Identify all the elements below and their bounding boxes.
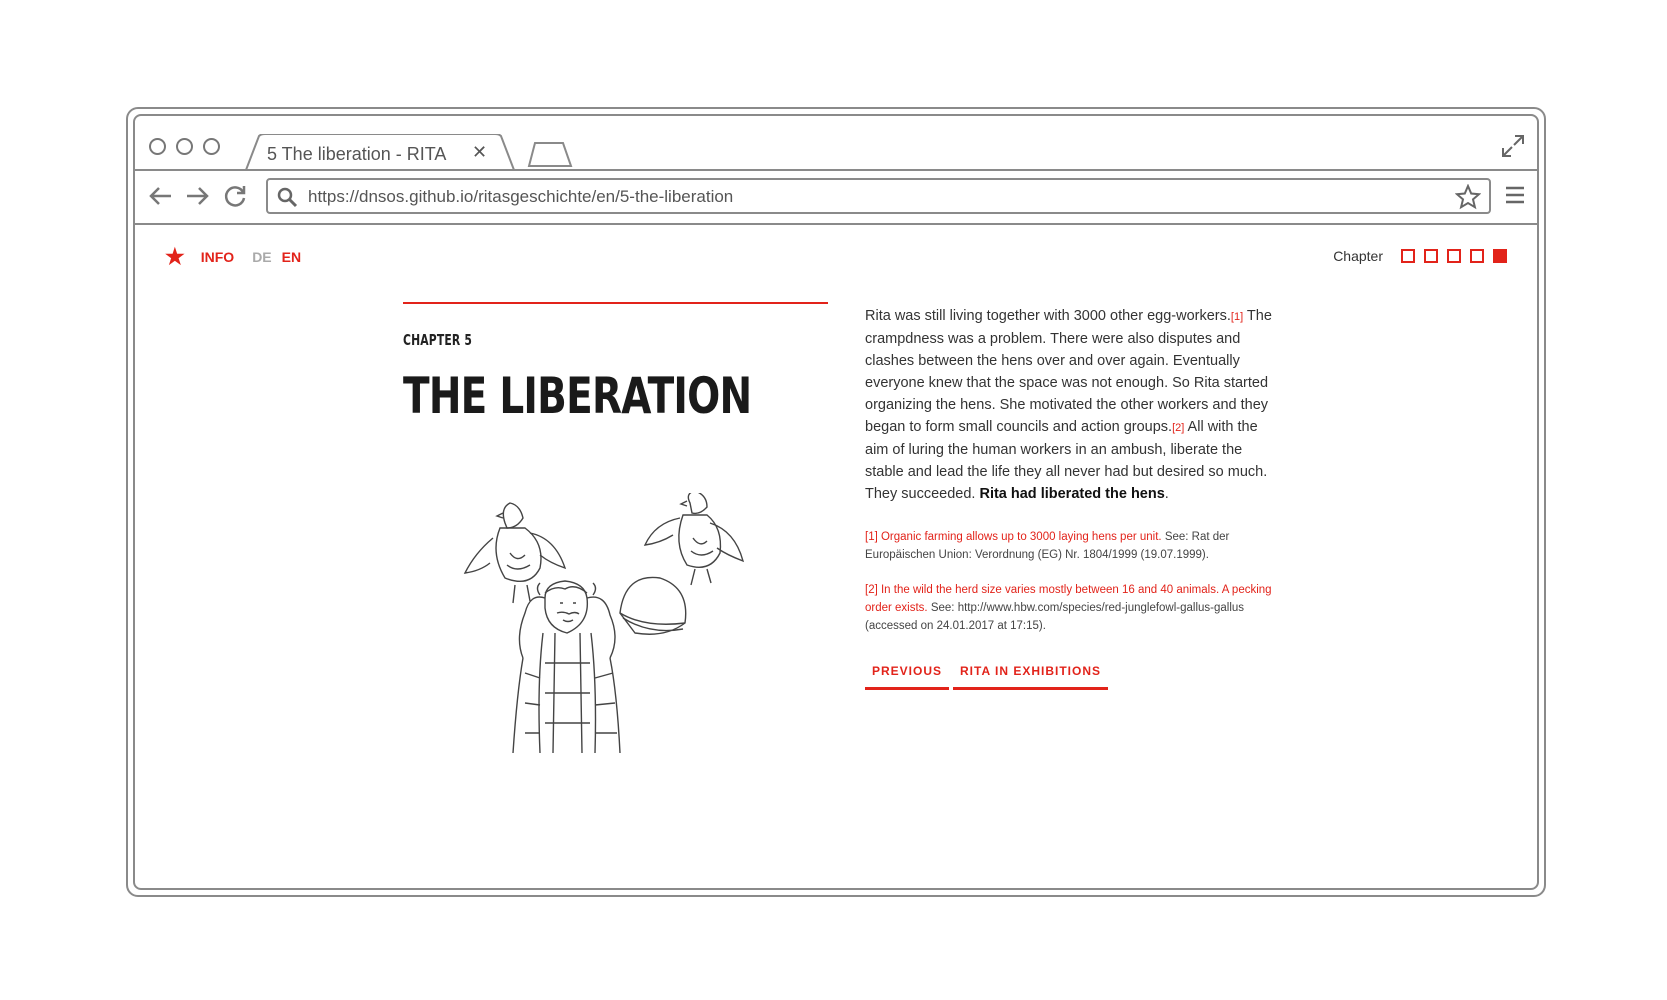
info-link[interactable]: INFO (201, 249, 234, 265)
chapter-4-button[interactable] (1470, 249, 1484, 263)
chapter-2-button[interactable] (1424, 249, 1438, 263)
browser-inner-frame: 5 The liberation - RITA ✕ https://dnsos.… (133, 114, 1539, 890)
text-part-1: Rita was still living together with 3000… (865, 308, 1231, 324)
lang-de-link[interactable]: DE (252, 249, 271, 265)
footnote-1-highlight: [1] Organic farming allows up to 3000 la… (865, 531, 1162, 543)
chapter-buttons: PREVIOUS RITA IN EXHIBITIONS (865, 658, 1275, 690)
text-end: . (1164, 486, 1169, 502)
forward-arrow-icon[interactable] (185, 183, 211, 209)
tab-bar: 5 The liberation - RITA ✕ (135, 116, 1537, 170)
chapter-kicker: CHAPTER 5 (403, 331, 472, 349)
footnote-ref-1[interactable]: [1] (1231, 311, 1243, 323)
window-controls (149, 138, 220, 155)
address-bar[interactable]: https://dnsos.github.io/ritasgeschichte/… (266, 178, 1491, 214)
text-bold: Rita had liberated the hens (979, 486, 1165, 502)
window-minimize-dot[interactable] (176, 138, 193, 155)
footnote-ref-2[interactable]: [2] (1172, 422, 1184, 434)
lang-en-link[interactable]: EN (282, 249, 301, 265)
star-icon[interactable]: ★ (165, 246, 185, 268)
chapter-nav: Chapter (1333, 248, 1507, 264)
next-chapter-button[interactable]: RITA IN EXHIBITIONS (953, 658, 1109, 690)
page-content: ★ INFO DE EN Chapter CHAPTER 5 THE LIBER… (135, 223, 1537, 888)
footnote-2: [2] In the wild the herd size varies mos… (865, 581, 1275, 635)
browser-tab[interactable]: 5 The liberation - RITA ✕ (245, 134, 515, 170)
text-part-2: The crampdness was a problem. There were… (865, 308, 1272, 435)
window-close-dot[interactable] (149, 138, 166, 155)
url-text: https://dnsos.github.io/ritasgeschichte/… (308, 187, 734, 206)
chapter-3-button[interactable] (1447, 249, 1461, 263)
tab-title: 5 The liberation - RITA (267, 144, 447, 164)
bookmark-star-icon[interactable] (1455, 184, 1481, 210)
chapter-1-button[interactable] (1401, 249, 1415, 263)
chapter-illustration (463, 493, 745, 754)
reload-icon[interactable] (222, 183, 248, 209)
expand-icon[interactable] (1501, 134, 1525, 158)
close-icon[interactable]: ✕ (472, 142, 487, 163)
new-tab-button[interactable] (527, 141, 573, 167)
back-arrow-icon[interactable] (147, 183, 173, 209)
footnote-1: [1] Organic farming allows up to 3000 la… (865, 528, 1275, 564)
chapter-5-button[interactable] (1493, 249, 1507, 263)
menu-icon[interactable] (1505, 185, 1525, 205)
chapter-text: Rita was still living together with 3000… (865, 305, 1275, 505)
chapter-label: Chapter (1333, 248, 1383, 264)
window-maximize-dot[interactable] (203, 138, 220, 155)
page-title: THE LIBERATION (403, 367, 752, 425)
chapter-content: Rita was still living together with 3000… (865, 305, 1275, 690)
title-divider (403, 302, 828, 304)
browser-toolbar: https://dnsos.github.io/ritasgeschichte/… (135, 169, 1537, 225)
chapter-header: CHAPTER 5 THE LIBERATION (403, 302, 828, 425)
previous-button[interactable]: PREVIOUS (865, 658, 950, 690)
browser-window: 5 The liberation - RITA ✕ https://dnsos.… (126, 107, 1546, 897)
top-nav: ★ INFO DE EN (165, 246, 301, 268)
search-icon (277, 187, 298, 208)
